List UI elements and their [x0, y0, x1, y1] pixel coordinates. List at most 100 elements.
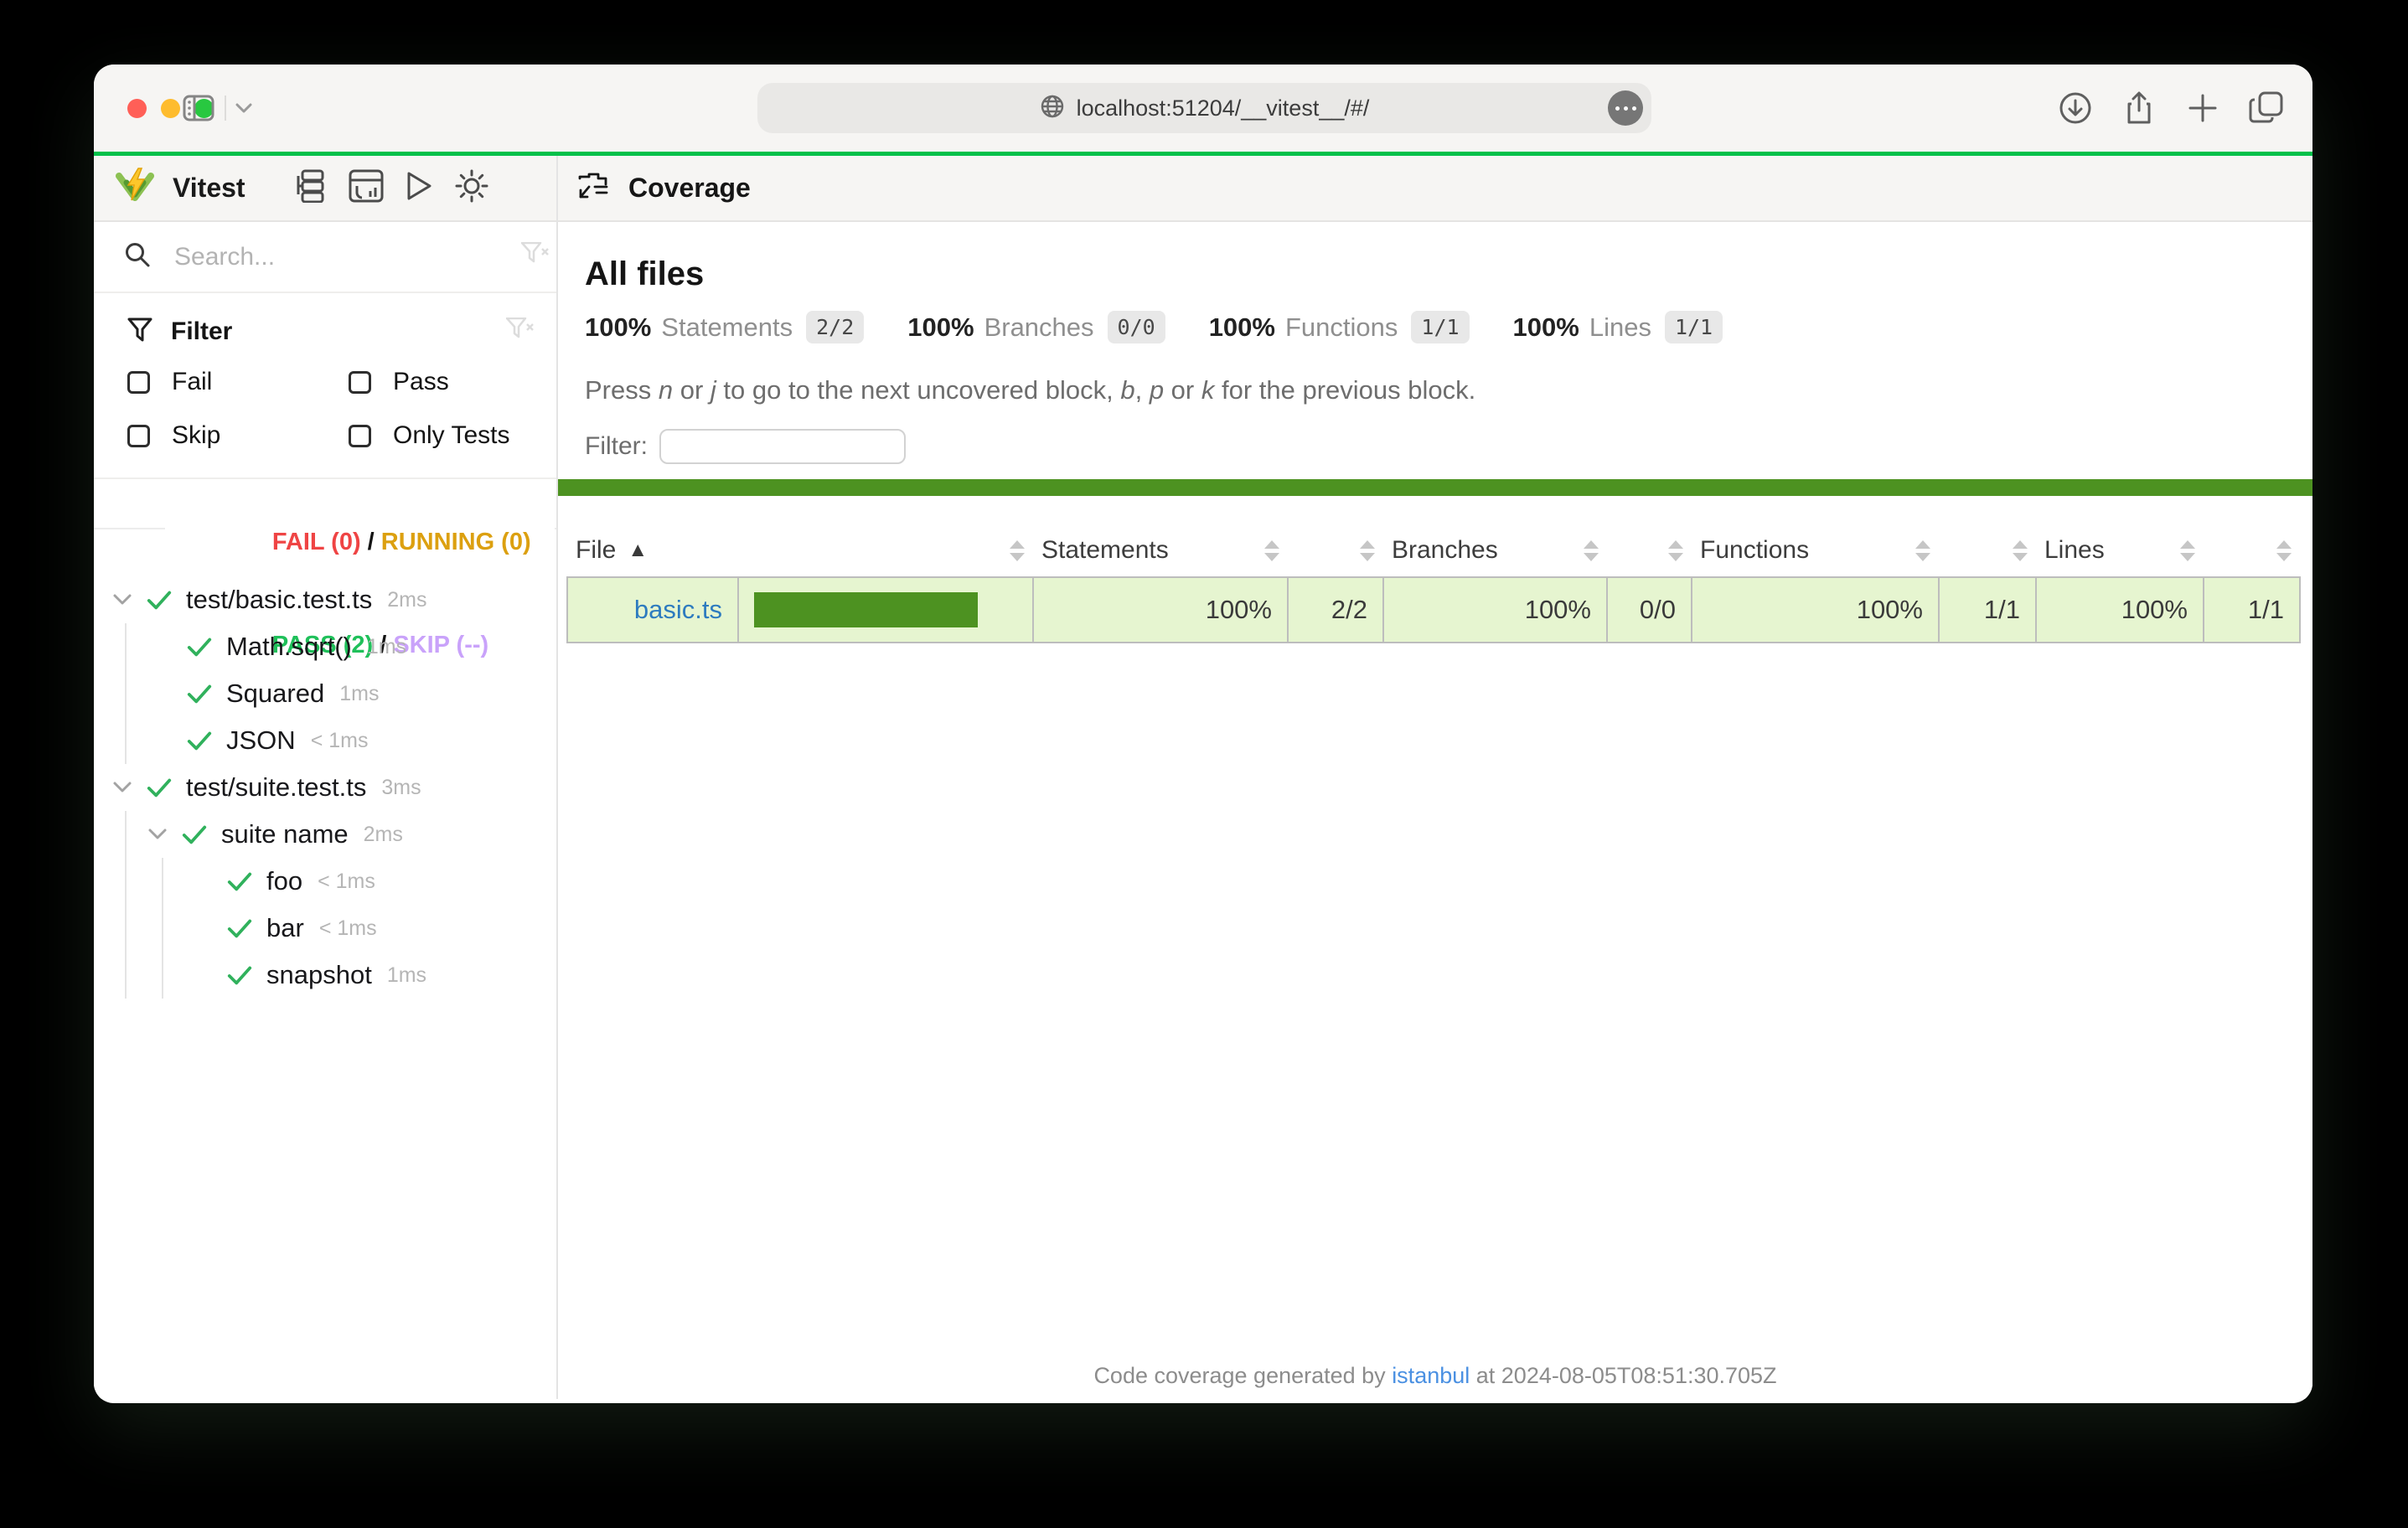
tree-item-duration: < 1ms: [318, 870, 375, 894]
pass-check-icon: [146, 774, 173, 801]
metric-label: Statements: [661, 312, 793, 343]
new-tab-button[interactable]: [2184, 90, 2221, 126]
fail-count: FAIL (0): [272, 529, 361, 555]
sorter-icon: [2276, 540, 2292, 561]
minimize-window-button[interactable]: [161, 99, 180, 118]
pass-check-icon: [226, 962, 253, 989]
chevron-down-icon[interactable]: [112, 781, 134, 794]
sidebar-toggle-icon[interactable]: [183, 95, 214, 121]
checkbox-fail[interactable]: [127, 371, 150, 394]
tree-item-suite-test[interactable]: test/suite.test.ts 3ms: [94, 764, 556, 811]
tree-item-duration: 1ms: [387, 963, 426, 988]
metric-pct: 100%: [907, 312, 974, 343]
column-header-lines[interactable]: Lines: [2036, 526, 2204, 577]
column-header-lines-fraction-sorter[interactable]: [2204, 526, 2300, 577]
tree-item-duration: 1ms: [339, 682, 379, 706]
chevron-down-icon[interactable]: [235, 102, 253, 114]
pass-check-icon: [186, 680, 213, 707]
coverage-panel: Coverage All files 100% Statements 2/2 1…: [558, 156, 2312, 1399]
chevron-down-icon[interactable]: [147, 828, 169, 841]
filter-options: Fail Pass Skip Only Tests: [127, 362, 536, 456]
filter-checkbox-pass[interactable]: Pass: [349, 362, 536, 402]
coverage-summary-bar: [558, 479, 2312, 496]
filter-checkbox-only-tests[interactable]: Only Tests: [349, 416, 536, 456]
test-tree: test/basic.test.ts 2ms Math.sqrt() 1ms: [94, 576, 556, 999]
clear-search-filter-icon[interactable]: [521, 242, 550, 271]
sorter-icon: [1584, 540, 1599, 561]
column-header-functions-fraction-sorter[interactable]: [1939, 526, 2036, 577]
column-header-file[interactable]: File ▲: [567, 526, 738, 577]
file-link[interactable]: basic.ts: [634, 595, 722, 624]
column-header-graph-sorter[interactable]: [738, 526, 1033, 577]
tree-item-duration: 2ms: [364, 823, 403, 847]
column-header-statements[interactable]: Statements: [1033, 526, 1288, 577]
sidebar-filter-panel: Filter Fail: [94, 293, 556, 479]
sorter-icon: [1668, 540, 1683, 561]
run-all-icon[interactable]: [404, 169, 434, 207]
column-header-branches-fraction-sorter[interactable]: [1607, 526, 1692, 577]
tree-item-suite-name[interactable]: suite name 2ms: [94, 811, 556, 858]
sidebar: Vitest: [94, 156, 558, 1399]
lines-pct-cell: 100%: [2036, 577, 2204, 643]
metric-pct: 100%: [1209, 312, 1275, 343]
sorter-icon: [2180, 540, 2195, 561]
sorter-icon: [2013, 540, 2028, 561]
chrome-toolbar: [2057, 65, 2285, 152]
pass-check-icon: [146, 586, 173, 613]
share-button[interactable]: [2121, 90, 2157, 126]
tree-item-json[interactable]: JSON < 1ms: [94, 717, 556, 764]
pass-check-icon: [226, 868, 253, 895]
sidebar-header: Vitest: [94, 156, 556, 222]
checkbox-pass[interactable]: [349, 371, 371, 394]
close-window-button[interactable]: [127, 99, 147, 118]
url-bar[interactable]: localhost:51204/__vitest__/#/: [757, 83, 1651, 133]
sorter-icon: [1360, 540, 1375, 561]
column-header-functions[interactable]: Functions: [1692, 526, 1939, 577]
coverage-table: File ▲ Statements: [566, 526, 2301, 643]
url-text: localhost:51204/__vitest__/#/: [1077, 96, 1370, 121]
footer-timestamp: at 2024-08-05T08:51:30.705Z: [1470, 1363, 1776, 1388]
theme-toggle-sun-icon[interactable]: [454, 168, 489, 208]
browser-chrome: localhost:51204/__vitest__/#/: [94, 65, 2312, 156]
vitest-logo-icon: [116, 168, 154, 209]
clear-filter-icon[interactable]: [506, 317, 535, 347]
browser-sidebar-controls: [183, 65, 253, 152]
checkbox-pass-label: Pass: [393, 368, 449, 396]
tree-item-squared[interactable]: Squared 1ms: [94, 670, 556, 717]
globe-icon: [1040, 94, 1065, 123]
checkbox-skip[interactable]: [127, 425, 150, 447]
downloads-button[interactable]: [2057, 90, 2094, 126]
tree-guide-line: [125, 811, 127, 999]
search-input[interactable]: [173, 242, 499, 272]
filter-checkbox-skip[interactable]: Skip: [127, 416, 349, 456]
sorter-icon: [1010, 540, 1025, 561]
chevron-down-icon[interactable]: [112, 593, 134, 607]
browser-window: localhost:51204/__vitest__/#/: [94, 65, 2312, 1403]
page-title: All files: [585, 254, 2312, 294]
checkbox-only-tests[interactable]: [349, 425, 371, 447]
column-header-statements-fraction-sorter[interactable]: [1288, 526, 1383, 577]
column-header-branches[interactable]: Branches: [1383, 526, 1607, 577]
footer-text: Code coverage generated by: [1093, 1363, 1392, 1388]
statements-fraction-cell: 2/2: [1288, 577, 1383, 643]
coverage-title: Coverage: [628, 173, 751, 204]
page-settings-ellipsis-button[interactable]: [1608, 90, 1643, 126]
tree-view-icon[interactable]: [295, 169, 328, 207]
tree-item-basic-test[interactable]: test/basic.test.ts 2ms: [94, 576, 556, 623]
tree-item-label: foo: [266, 866, 302, 896]
metric-fraction-badge: 1/1: [1411, 311, 1469, 343]
istanbul-link[interactable]: istanbul: [1392, 1363, 1470, 1388]
coverage-metrics: 100% Statements 2/2 100% Branches 0/0 10…: [585, 311, 2312, 343]
sidebar-header-actions: [295, 168, 489, 208]
lines-fraction-cell: 1/1: [2204, 577, 2300, 643]
filter-checkbox-fail[interactable]: Fail: [127, 362, 349, 402]
dashboard-view-icon[interactable]: [349, 169, 384, 207]
tab-overview-button[interactable]: [2248, 90, 2285, 126]
coverage-header: Coverage: [558, 156, 2312, 222]
coverage-filter-input[interactable]: [659, 429, 906, 464]
tree-item-math-sqrt[interactable]: Math.sqrt() 1ms: [94, 623, 556, 670]
branches-pct-cell: 100%: [1383, 577, 1607, 643]
pass-check-icon: [186, 633, 213, 660]
filter-title: Filter: [171, 317, 232, 346]
sidebar-search-row: [94, 222, 556, 293]
